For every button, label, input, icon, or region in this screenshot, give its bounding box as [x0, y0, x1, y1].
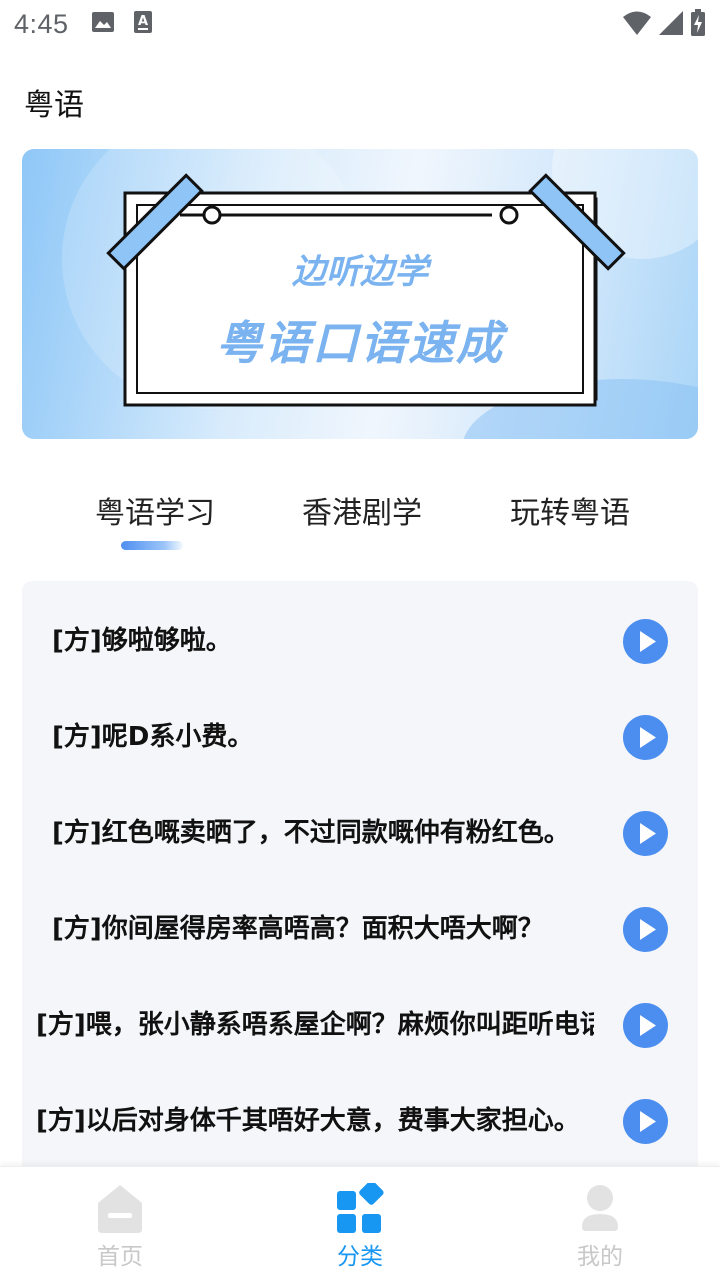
- list-item[interactable]: [方]红色嘅卖晒了，不过同款嘅仲有粉红色。: [22, 785, 698, 881]
- play-button[interactable]: [623, 619, 668, 664]
- tab-fun-cantonese[interactable]: 玩转粤语: [510, 488, 630, 532]
- play-icon: [640, 823, 656, 844]
- active-tab-indicator: [121, 541, 183, 550]
- status-right-icons: [622, 9, 706, 41]
- play-icon: [640, 631, 656, 652]
- nav-home[interactable]: 首页: [0, 1167, 240, 1280]
- play-icon: [640, 1111, 656, 1132]
- phrase-text: [方]以后对身体千其唔好大意，费事大家担心。: [36, 1106, 580, 1136]
- page-title: 粤语: [24, 88, 84, 123]
- home-icon: [96, 1183, 144, 1237]
- play-button[interactable]: [623, 907, 668, 952]
- tab-hk-drama[interactable]: 香港剧学: [302, 488, 422, 532]
- list-item[interactable]: [方]你间屋得房率高唔高？面积大唔大啊？: [22, 881, 698, 977]
- image-icon: [91, 11, 115, 37]
- nav-profile-label: 我的: [577, 1244, 623, 1270]
- play-button[interactable]: [623, 715, 668, 760]
- play-button[interactable]: [623, 1099, 668, 1144]
- phrase-text: [方]够啦够啦。: [52, 626, 232, 656]
- wifi-icon: [622, 10, 652, 40]
- nav-profile[interactable]: 我的: [480, 1167, 720, 1280]
- phrase-text: [方]呢D系小费。: [52, 722, 254, 752]
- nav-home-label: 首页: [97, 1244, 143, 1270]
- a-font-icon: A: [133, 10, 153, 38]
- list-item[interactable]: [方]呢D系小费。: [22, 689, 698, 785]
- phrase-list[interactable]: [方]够啦够啦。 [方]呢D系小费。 [方]红色嘅卖晒了，不过同款嘅仲有粉红色。…: [22, 581, 698, 1181]
- signal-icon: [658, 10, 684, 40]
- list-item[interactable]: [方]够啦够啦。: [22, 593, 698, 689]
- banner-line-1: 边听边学: [292, 252, 428, 292]
- list-item[interactable]: [方]以后对身体千其唔好大意，费事大家担心。: [22, 1073, 698, 1169]
- svg-text:A: A: [138, 14, 148, 29]
- tab-cantonese-learning[interactable]: 粤语学习: [95, 488, 215, 532]
- status-left-icons: A: [91, 10, 153, 38]
- status-time: 4:45: [14, 8, 69, 39]
- play-button[interactable]: [623, 811, 668, 856]
- category-tabs: 粤语学习 香港剧学 玩转粤语: [0, 480, 720, 560]
- phrase-text: [方]喂，张小静系唔系屋企啊？麻烦你叫距听电话: [36, 1010, 594, 1040]
- battery-charging-icon: [690, 9, 706, 41]
- category-icon: [336, 1180, 386, 1237]
- nav-category-label: 分类: [337, 1244, 383, 1270]
- banner-artwork: [62, 149, 698, 439]
- nav-category[interactable]: 分类: [240, 1167, 480, 1280]
- play-icon: [640, 919, 656, 940]
- play-icon: [640, 1015, 656, 1036]
- status-bar: 4:45 A: [0, 0, 720, 48]
- list-item[interactable]: [方]喂，张小静系唔系屋企啊？麻烦你叫距听电话: [22, 977, 698, 1073]
- phrase-text: [方]红色嘅卖晒了，不过同款嘅仲有粉红色。: [52, 818, 570, 848]
- promo-banner[interactable]: 边听边学 粤语口语速成: [22, 149, 698, 439]
- play-icon: [640, 727, 656, 748]
- bottom-nav: 首页 分类 我的: [0, 1166, 720, 1280]
- banner-line-2: 粤语口语速成: [216, 316, 504, 370]
- play-button[interactable]: [623, 1003, 668, 1048]
- phrase-text: [方]你间屋得房率高唔高？面积大唔大啊？: [52, 914, 544, 944]
- profile-icon: [576, 1183, 624, 1237]
